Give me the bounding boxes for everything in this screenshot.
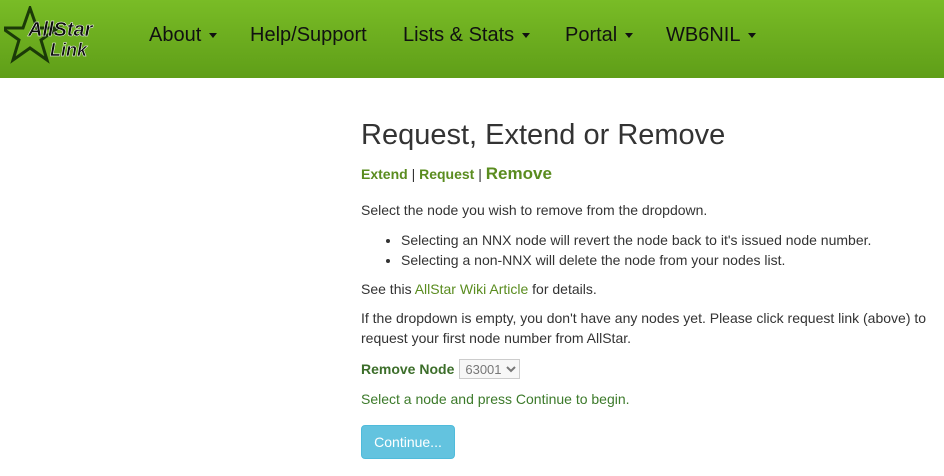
top-navbar: AllStar Link About Help/Support Lists & … — [0, 0, 944, 78]
caret-down-icon — [625, 33, 634, 39]
tab-extend[interactable]: Extend — [361, 166, 408, 182]
continue-button[interactable]: Continue... — [361, 425, 455, 459]
nav-help-support[interactable]: Help/Support — [250, 24, 367, 47]
intro-text: Select the node you wish to remove from … — [361, 202, 708, 218]
nav-about[interactable]: About — [149, 24, 218, 47]
logo-text-link: Link — [50, 40, 88, 60]
tab-remove[interactable]: Remove — [486, 164, 552, 183]
list-item: Selecting an NNX node will revert the no… — [401, 230, 931, 250]
caret-down-icon — [748, 33, 757, 39]
caret-down-icon — [522, 33, 531, 39]
nav-user-wb6nil[interactable]: WB6NIL — [666, 24, 757, 47]
remove-node-label: Remove Node — [361, 361, 455, 377]
page-title: Request, Extend or Remove — [361, 119, 726, 151]
list-item: Selecting a non-NNX will delete the node… — [401, 250, 931, 270]
caret-down-icon — [209, 33, 218, 39]
remove-node-form: Remove Node 63001 — [361, 358, 931, 380]
main-content: Request, Extend or Remove Extend | Reque… — [361, 118, 931, 459]
allstar-link-logo[interactable]: AllStar Link — [0, 3, 104, 74]
info-list: Selecting an NNX node will revert the no… — [361, 230, 931, 270]
tab-request[interactable]: Request — [419, 166, 474, 182]
hint-text: Select a node and press Continue to begi… — [361, 391, 630, 407]
empty-dropdown-note: If the dropdown is empty, you don't have… — [361, 310, 927, 346]
nav-portal[interactable]: Portal — [565, 24, 634, 47]
nav-lists-stats[interactable]: Lists & Stats — [403, 24, 531, 47]
action-tabs: Extend | Request | Remove — [361, 164, 931, 186]
wiki-article-link[interactable]: AllStar Wiki Article — [415, 281, 529, 297]
tab-separator: | — [478, 166, 482, 182]
star-logo-icon: AllStar Link — [0, 3, 94, 64]
wiki-note: See this AllStar Wiki Article for detail… — [361, 281, 597, 297]
logo-text-allstar: AllStar — [27, 19, 94, 41]
tab-separator: | — [411, 166, 416, 182]
remove-node-select[interactable]: 63001 — [459, 359, 521, 379]
